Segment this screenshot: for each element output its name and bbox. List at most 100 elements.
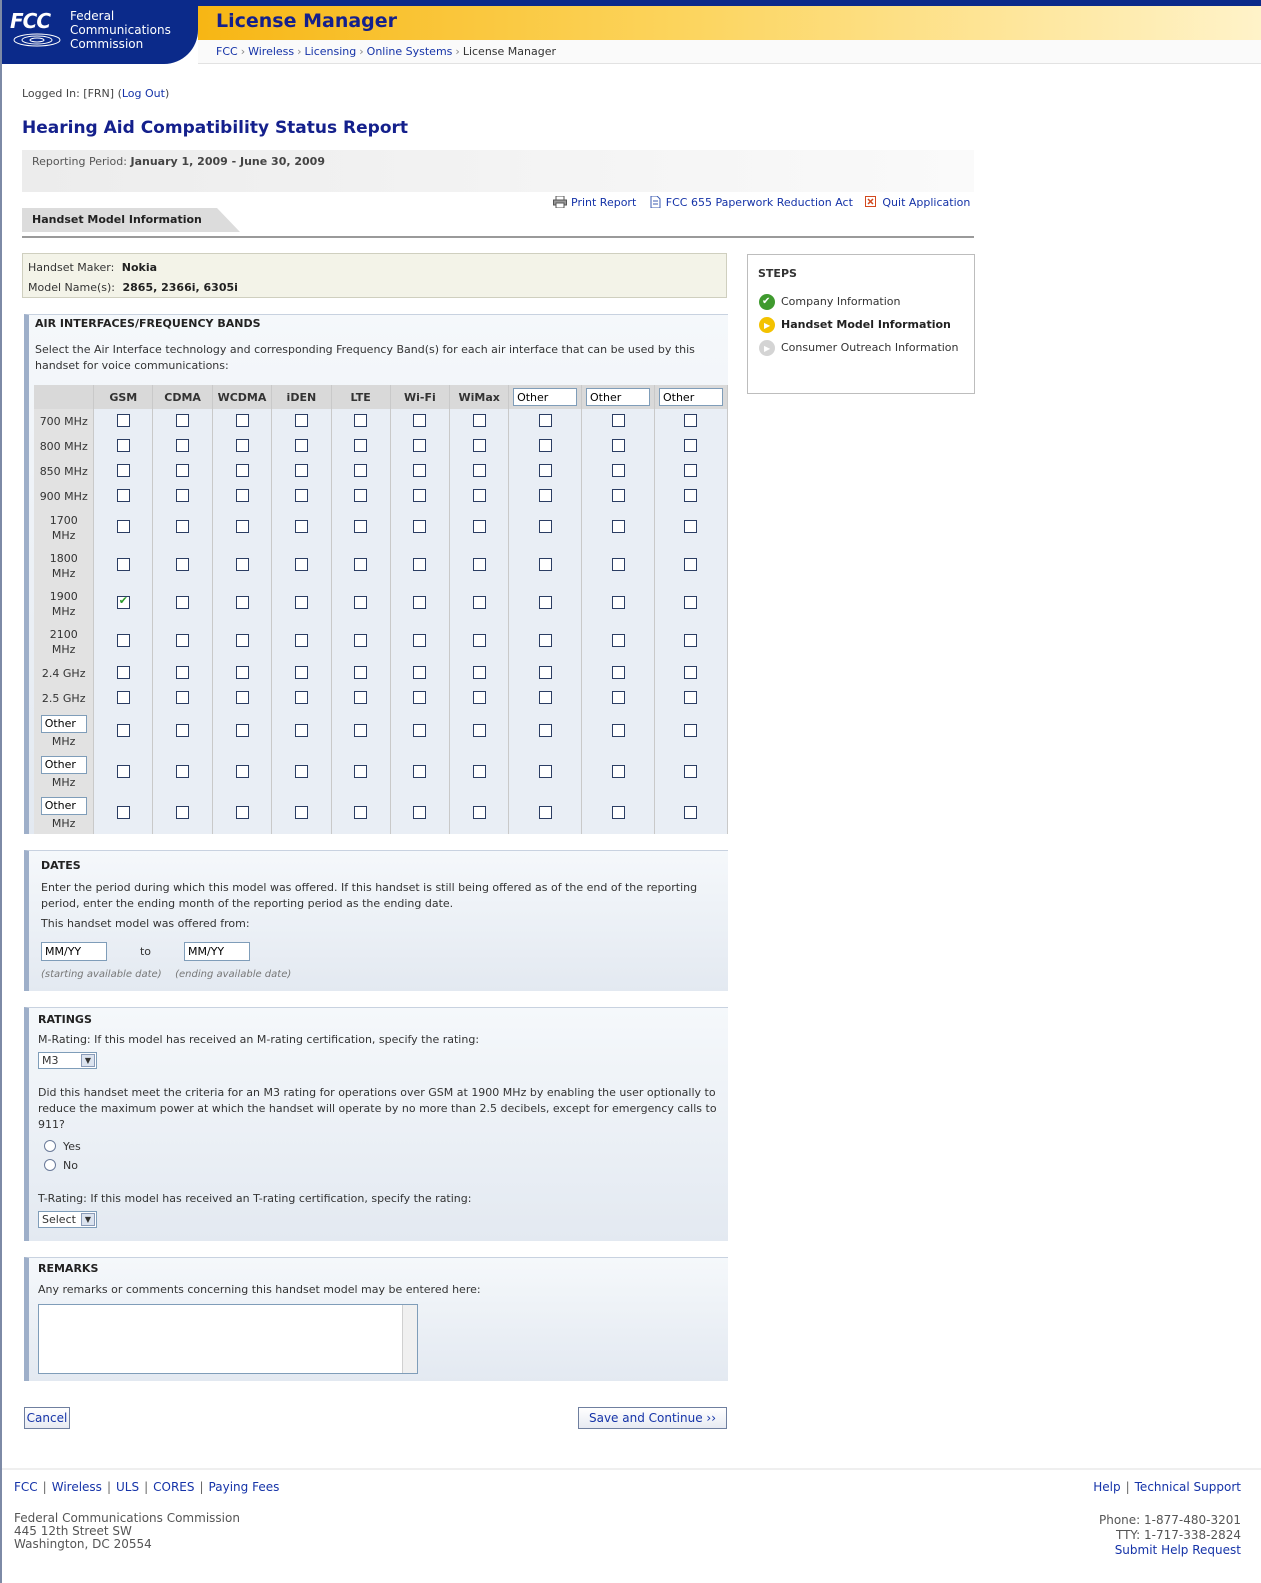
band-checkbox-iden[interactable] <box>294 665 308 679</box>
other-band-input[interactable] <box>40 714 87 733</box>
footer-link-paying-fees[interactable]: Paying Fees <box>209 1480 280 1494</box>
band-checkbox-other-1[interactable] <box>538 558 552 571</box>
yes-option[interactable]: Yes <box>44 1137 728 1156</box>
band-checkbox-cdma[interactable] <box>176 438 190 452</box>
band-checkbox-other-3[interactable] <box>684 488 698 502</box>
band-checkbox-iden[interactable] <box>294 690 308 704</box>
band-checkbox-other-1[interactable] <box>538 665 552 679</box>
band-checkbox-wcdma[interactable] <box>235 488 249 502</box>
band-checkbox-wimax[interactable] <box>472 665 486 679</box>
band-checkbox-wcdma[interactable] <box>235 690 249 704</box>
band-checkbox-other-3[interactable] <box>684 438 698 452</box>
textarea-scrollbar[interactable] <box>402 1305 417 1373</box>
band-checkbox-iden[interactable] <box>294 596 308 609</box>
band-checkbox-wimax[interactable] <box>472 690 486 704</box>
band-checkbox-lte[interactable] <box>354 723 368 737</box>
band-checkbox-wi-fi[interactable] <box>413 764 427 778</box>
band-checkbox-wi-fi[interactable] <box>413 520 427 533</box>
band-checkbox-other-3[interactable] <box>684 805 698 819</box>
help-link[interactable]: Help <box>1093 1480 1120 1494</box>
band-checkbox-other-2[interactable] <box>611 520 625 533</box>
band-checkbox-wimax[interactable] <box>472 413 486 427</box>
band-checkbox-other-1[interactable] <box>538 520 552 533</box>
band-checkbox-wcdma[interactable] <box>235 463 249 477</box>
m-rating-select[interactable]: M3 ▼ <box>38 1052 97 1069</box>
band-checkbox-other-1[interactable] <box>538 690 552 704</box>
band-checkbox-other-3[interactable] <box>684 520 698 533</box>
band-checkbox-lte[interactable] <box>354 438 368 452</box>
band-checkbox-other-2[interactable] <box>611 596 625 609</box>
other-interface-input[interactable] <box>513 388 578 406</box>
band-checkbox-other-1[interactable] <box>538 805 552 819</box>
yes-radio[interactable] <box>44 1140 56 1152</box>
band-checkbox-cdma[interactable] <box>176 723 190 737</box>
footer-link-cores[interactable]: CORES <box>153 1480 194 1494</box>
band-checkbox-lte[interactable] <box>354 596 368 609</box>
band-checkbox-gsm[interactable] <box>116 413 130 427</box>
band-checkbox-wi-fi[interactable] <box>413 558 427 571</box>
band-checkbox-other-2[interactable] <box>611 463 625 477</box>
band-checkbox-wimax[interactable] <box>472 634 486 647</box>
band-checkbox-gsm[interactable] <box>116 723 130 737</box>
band-checkbox-iden[interactable] <box>294 634 308 647</box>
band-checkbox-other-3[interactable] <box>684 413 698 427</box>
breadcrumb-wireless[interactable]: Wireless <box>248 45 294 58</box>
band-checkbox-iden[interactable] <box>294 723 308 737</box>
band-checkbox-other-2[interactable] <box>611 413 625 427</box>
band-checkbox-wcdma[interactable] <box>235 805 249 819</box>
band-checkbox-other-2[interactable] <box>611 690 625 704</box>
paperwork-act-link[interactable]: FCC 655 Paperwork Reduction Act <box>666 196 853 209</box>
print-report-link[interactable]: Print Report <box>571 196 636 209</box>
band-checkbox-cdma[interactable] <box>176 805 190 819</box>
band-checkbox-cdma[interactable] <box>176 764 190 778</box>
band-checkbox-other-3[interactable] <box>684 723 698 737</box>
band-checkbox-gsm[interactable] <box>116 805 130 819</box>
band-checkbox-wi-fi[interactable] <box>413 665 427 679</box>
band-checkbox-wcdma[interactable] <box>235 558 249 571</box>
band-checkbox-iden[interactable] <box>294 764 308 778</box>
band-checkbox-wi-fi[interactable] <box>413 634 427 647</box>
band-checkbox-gsm[interactable] <box>116 520 130 533</box>
band-checkbox-other-1[interactable] <box>538 438 552 452</box>
band-checkbox-other-3[interactable] <box>684 665 698 679</box>
band-checkbox-gsm[interactable] <box>116 665 130 679</box>
no-option[interactable]: No <box>44 1156 728 1175</box>
band-checkbox-other-1[interactable] <box>538 723 552 737</box>
band-checkbox-wi-fi[interactable] <box>413 723 427 737</box>
band-checkbox-other-1[interactable] <box>538 488 552 502</box>
band-checkbox-other-3[interactable] <box>684 634 698 647</box>
band-checkbox-iden[interactable] <box>294 413 308 427</box>
band-checkbox-lte[interactable] <box>354 463 368 477</box>
band-checkbox-other-1[interactable] <box>538 764 552 778</box>
band-checkbox-cdma[interactable] <box>176 558 190 571</box>
band-checkbox-iden[interactable] <box>294 488 308 502</box>
band-checkbox-other-2[interactable] <box>611 488 625 502</box>
band-checkbox-lte[interactable] <box>354 413 368 427</box>
other-band-input[interactable] <box>40 755 87 774</box>
quit-application-link[interactable]: Quit Application <box>882 196 970 209</box>
t-rating-select[interactable]: Select ▼ <box>38 1211 97 1228</box>
remarks-textarea[interactable] <box>38 1304 418 1374</box>
band-checkbox-gsm[interactable] <box>116 488 130 502</box>
step-company-information[interactable]: Company Information <box>758 294 964 310</box>
other-interface-input[interactable] <box>586 388 651 406</box>
band-checkbox-wimax[interactable] <box>472 463 486 477</box>
logout-link[interactable]: Log Out <box>122 87 165 100</box>
band-checkbox-gsm[interactable] <box>116 463 130 477</box>
band-checkbox-iden[interactable] <box>294 520 308 533</box>
band-checkbox-other-2[interactable] <box>611 805 625 819</box>
band-checkbox-other-1[interactable] <box>538 413 552 427</box>
footer-link-uls[interactable]: ULS <box>116 1480 139 1494</box>
band-checkbox-cdma[interactable] <box>176 413 190 427</box>
band-checkbox-gsm[interactable] <box>116 558 130 571</box>
band-checkbox-other-2[interactable] <box>611 438 625 452</box>
cancel-button[interactable]: Cancel <box>24 1407 70 1429</box>
band-checkbox-other-1[interactable] <box>538 634 552 647</box>
other-band-input[interactable] <box>40 796 87 815</box>
band-checkbox-wcdma[interactable] <box>235 520 249 533</box>
breadcrumb-licensing[interactable]: Licensing <box>305 45 357 58</box>
band-checkbox-iden[interactable] <box>294 438 308 452</box>
band-checkbox-wcdma[interactable] <box>235 634 249 647</box>
band-checkbox-cdma[interactable] <box>176 690 190 704</box>
band-checkbox-gsm[interactable] <box>116 438 130 452</box>
